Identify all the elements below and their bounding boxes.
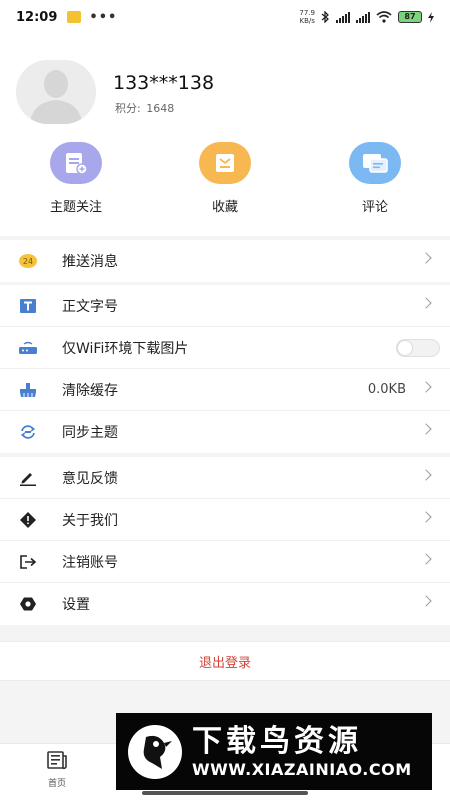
bird-logo-icon — [128, 724, 182, 779]
battery-icon: 87 — [398, 11, 422, 23]
watermark-banner: 下载鸟资源 WWW.XIAZAINIAO.COM — [116, 713, 432, 790]
quick-action-label: 主题关注 — [49, 200, 102, 215]
bluetooth-icon — [321, 11, 329, 23]
chevron-right-icon — [420, 252, 432, 264]
watermark-title: 下载鸟资源 — [192, 724, 362, 759]
cache-size-value: 0.0KB — [367, 382, 406, 397]
menu-item-label: 设置 — [62, 597, 90, 613]
quick-action-favorite[interactable]: 收藏 — [175, 142, 275, 215]
network-speed-value: 77.9 — [299, 9, 315, 17]
notification-icon — [67, 11, 82, 23]
wifi-icon — [376, 11, 392, 23]
charging-icon — [428, 11, 434, 23]
logout-button[interactable]: 退出登录 — [0, 641, 450, 681]
comment-icon — [349, 142, 401, 184]
menu-item-label: 仅WiFi环境下载图片 — [62, 340, 189, 357]
menu-item-label: 清除缓存 — [62, 382, 118, 399]
quick-action-comment[interactable]: 评论 — [325, 142, 425, 215]
push-section: 24 推送消息 — [0, 240, 450, 282]
topic-follow-icon — [50, 142, 102, 184]
menu-item-font-size[interactable]: 正文字号 — [0, 285, 450, 327]
push-badge-count: 24 — [23, 257, 33, 266]
quick-action-label: 评论 — [361, 200, 388, 215]
broom-icon — [18, 382, 38, 398]
avatar[interactable] — [16, 60, 96, 124]
favorite-icon — [199, 142, 251, 184]
user-phone: 133***138 — [113, 72, 215, 94]
chevron-right-icon — [420, 423, 432, 435]
user-points: 积分: 1648 — [113, 100, 174, 116]
menu-item-settings[interactable]: 设置 — [0, 583, 450, 625]
chevron-right-icon — [420, 595, 432, 607]
menu-item-sync-topics[interactable]: 同步主题 — [0, 411, 450, 453]
menu-item-label: 注销账号 — [62, 554, 118, 571]
nav-home-label: 首页 — [47, 779, 66, 789]
chevron-right-icon — [420, 297, 432, 309]
more-notifications-icon: ••• — [89, 9, 118, 25]
chevron-right-icon — [420, 469, 432, 481]
exit-icon — [18, 554, 38, 570]
signal-2-icon — [356, 11, 370, 23]
menu-item-push-messages[interactable]: 24 推送消息 — [0, 240, 450, 282]
network-speed-unit: KB/s — [299, 17, 315, 25]
points-value: 1648 — [146, 102, 175, 115]
menu-item-label: 正文字号 — [62, 298, 118, 315]
watermark-url: WWW.XIAZAINIAO.COM — [192, 760, 412, 779]
status-bar: 12:09 ••• 77.9 KB/s 87 — [0, 0, 450, 34]
menu-item-label: 同步主题 — [62, 425, 118, 441]
menu-item-label: 关于我们 — [62, 512, 118, 529]
network-speed: 77.9 KB/s — [299, 9, 315, 25]
home-indicator[interactable] — [142, 791, 308, 795]
chevron-right-icon — [420, 553, 432, 565]
account-section: 意见反馈 关于我们 注销账号 设置 — [0, 457, 450, 625]
display-section: 正文字号 仅WiFi环境下载图片 清除缓存 0.0KB 同步主题 — [0, 285, 450, 453]
router-icon — [18, 340, 38, 356]
points-label: 积分: — [115, 102, 141, 115]
quick-action-topic-follow[interactable]: 主题关注 — [26, 142, 126, 215]
watermark-text: 下载鸟资源 WWW.XIAZAINIAO.COM — [192, 724, 412, 779]
news-icon — [47, 751, 67, 770]
edit-icon — [18, 470, 38, 486]
menu-item-feedback[interactable]: 意见反馈 — [0, 457, 450, 499]
chevron-right-icon — [420, 381, 432, 393]
menu-item-label: 意见反馈 — [62, 470, 118, 487]
status-indicators: 77.9 KB/s 87 — [299, 9, 434, 25]
info-diamond-icon — [18, 512, 38, 528]
sync-icon — [18, 424, 38, 440]
wifi-only-toggle[interactable] — [396, 339, 440, 357]
push-badge-icon: 24 — [18, 253, 38, 269]
menu-item-wifi-only-images[interactable]: 仅WiFi环境下载图片 — [0, 327, 450, 369]
nav-home-tab[interactable]: 首页 — [35, 750, 79, 789]
gear-icon — [18, 596, 38, 612]
menu-item-label: 推送消息 — [62, 254, 118, 270]
chevron-right-icon — [420, 511, 432, 523]
status-time: 12:09 — [16, 9, 58, 25]
menu-item-clear-cache[interactable]: 清除缓存 0.0KB — [0, 369, 450, 411]
signal-1-icon — [336, 11, 350, 23]
menu-item-deactivate-account[interactable]: 注销账号 — [0, 541, 450, 583]
profile-section: 133***138 积分: 1648 主题关注 收藏 评论 — [0, 34, 450, 236]
menu-item-about-us[interactable]: 关于我们 — [0, 499, 450, 541]
quick-action-label: 收藏 — [211, 200, 238, 215]
text-size-icon — [18, 298, 38, 314]
